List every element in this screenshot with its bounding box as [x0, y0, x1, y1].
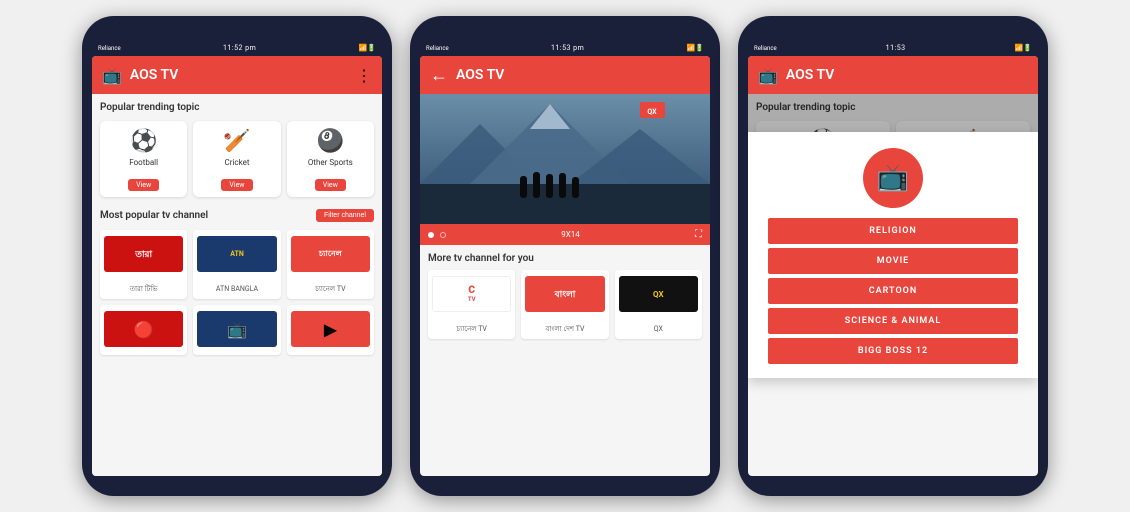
football-icon: ⚽ — [106, 129, 181, 154]
more-options-icon[interactable]: ⋮ — [356, 66, 372, 85]
more-bd-name: বাংলা দেশ TV — [545, 325, 584, 333]
channel-grid-1: তারা তারা টিভি ATN ATN BANGLA চ্যানেল চ্… — [100, 230, 374, 355]
cricket-label: Cricket — [199, 158, 274, 167]
status-time-1: 11:52 pm — [223, 44, 256, 52]
more-channel-qx[interactable]: QX QX — [615, 270, 702, 339]
video-scene-svg: QX — [420, 94, 710, 224]
more-ctv-logo: C TV — [432, 276, 511, 312]
channel-card-atn[interactable]: ATN ATN BANGLA — [193, 230, 280, 299]
screen3-wrapper: Popular trending topic ⚽ Football 🏏 Cric… — [748, 94, 1038, 476]
more-qx-name: QX — [654, 325, 663, 333]
filter-channel-btn[interactable]: Filter channel — [316, 209, 374, 222]
status-icons-2: 📶🔋 — [687, 44, 704, 52]
dropdown-item-cartoon[interactable]: CARTOON — [768, 278, 1018, 304]
football-view-btn[interactable]: View — [128, 179, 159, 191]
app-bar-2: ← AOS TV — [420, 56, 710, 94]
dropdown-item-religion[interactable]: RELIGION — [768, 218, 1018, 244]
more-bd-logo: বাংলা — [525, 276, 604, 312]
dropdown-app-icon: 📺 — [863, 148, 923, 208]
cricket-view-btn[interactable]: View — [221, 179, 252, 191]
topic-football[interactable]: ⚽ Football View — [100, 121, 187, 197]
screen-1: 📺 AOS TV ⋮ Popular trending topic ⚽ Foot… — [92, 56, 382, 476]
channel4-logo: 🔴 — [104, 311, 183, 347]
screen-3: 📺 AOS TV Popular trending topic ⚽ Footba… — [748, 56, 1038, 476]
more-channels-grid: C TV চ্যানেল TV বাংলা বাংলা দেশ TV QX QX — [420, 270, 710, 347]
football-label: Football — [106, 158, 181, 167]
video-dot-inactive — [440, 232, 446, 238]
channel-tv-logo: চ্যানেল — [291, 236, 370, 272]
screen-2: ← AOS TV — [420, 56, 710, 476]
other-sports-view-btn[interactable]: View — [315, 179, 346, 191]
status-carrier-3: Reliance — [754, 45, 777, 52]
status-carrier: Reliance — [98, 45, 121, 52]
phone-3: Reliance 11:53 📶🔋 📺 AOS TV Popular trend… — [738, 16, 1048, 496]
channel5-logo: 📺 — [197, 311, 276, 347]
dropdown-tv-icon: 📺 — [877, 163, 909, 193]
channel-card-4[interactable]: 🔴 — [100, 305, 187, 355]
channel-tv-name: চ্যানেল TV — [315, 285, 345, 293]
video-background: QX — [420, 94, 710, 224]
app-bar-3: 📺 AOS TV — [748, 56, 1038, 94]
section1-title: Popular trending topic — [100, 102, 374, 113]
channels-section-row: Most popular tv channel Filter channel — [100, 209, 374, 222]
channel-card-6[interactable]: ▶ — [287, 305, 374, 355]
channel-card-5[interactable]: 📺 — [193, 305, 280, 355]
channel6-logo: ▶ — [291, 311, 370, 347]
section2-title: Most popular tv channel — [100, 210, 208, 221]
atn-bangla-logo: ATN — [197, 236, 276, 272]
topic-cards: ⚽ Football View 🏏 Cricket View 🎱 Other S… — [100, 121, 374, 197]
status-bar-2: Reliance 11:53 pm 📶🔋 — [420, 44, 710, 56]
svg-text:QX: QX — [647, 108, 657, 116]
status-bar-1: Reliance 11:52 pm 📶🔋 — [92, 44, 382, 56]
dropdown-item-science[interactable]: SCIENCE & ANIMAL — [768, 308, 1018, 334]
dropdown-menu: 📺 RELIGION MOVIE CARTOON SCIENCE & ANIMA… — [748, 132, 1038, 378]
channel-card-ctv[interactable]: চ্যানেল চ্যানেল TV — [287, 230, 374, 299]
topic-other-sports[interactable]: 🎱 Other Sports View — [287, 121, 374, 197]
status-bar-3: Reliance 11:53 📶🔋 — [748, 44, 1038, 56]
status-time-3: 11:53 — [886, 44, 906, 52]
phone-1: Reliance 11:52 pm 📶🔋 📺 AOS TV ⋮ Popular … — [82, 16, 392, 496]
phone-2: Reliance 11:53 pm 📶🔋 ← AOS TV — [410, 16, 720, 496]
app-title-1: AOS TV — [130, 67, 348, 83]
other-sports-label: Other Sports — [293, 158, 368, 167]
topic-cricket[interactable]: 🏏 Cricket View — [193, 121, 280, 197]
atn-bangla-name: ATN BANGLA — [216, 285, 258, 293]
fullscreen-icon[interactable]: ⛶ — [695, 229, 702, 240]
tv-logo-icon: 📺 — [102, 66, 122, 85]
status-time-2: 11:53 pm — [551, 44, 584, 52]
tara-tv-logo: তারা — [104, 236, 183, 272]
more-channel-bd[interactable]: বাংলা বাংলা দেশ TV — [521, 270, 608, 339]
channel-card-tara[interactable]: তারা তারা টিভি — [100, 230, 187, 299]
video-controls: 9X14 ⛶ — [420, 224, 710, 245]
cricket-icon: 🏏 — [199, 129, 274, 154]
dropdown-item-biggboss[interactable]: BIGG BOSS 12 — [768, 338, 1018, 364]
app-title-3: AOS TV — [786, 67, 1028, 83]
video-dot-active — [428, 232, 434, 238]
back-button[interactable]: ← — [430, 65, 448, 86]
video-player[interactable]: QX — [420, 94, 710, 224]
more-channels-title: More tv channel for you — [420, 245, 710, 270]
tara-tv-name: তারা টিভি — [130, 285, 158, 293]
app-title-2: AOS TV — [456, 67, 700, 83]
status-icons: 📶🔋 — [359, 44, 376, 52]
app-bar-1: 📺 AOS TV ⋮ — [92, 56, 382, 94]
status-carrier-2: Reliance — [426, 45, 449, 52]
sports-icon: 🎱 — [293, 129, 368, 154]
screen2-content: QX 9X14 ⛶ More tv channel for you C TV — [420, 94, 710, 476]
status-icons-3: 📶🔋 — [1015, 44, 1032, 52]
tv-logo-icon-3: 📺 — [758, 66, 778, 85]
screen1-content: Popular trending topic ⚽ Football View 🏏… — [92, 94, 382, 476]
dropdown-item-movie[interactable]: MOVIE — [768, 248, 1018, 274]
more-channel-ctv[interactable]: C TV চ্যানেল TV — [428, 270, 515, 339]
video-time: 9X14 — [452, 230, 689, 239]
more-ctv-name: চ্যানেল TV — [456, 325, 486, 333]
more-qx-logo: QX — [619, 276, 698, 312]
bg-section-title: Popular trending topic — [756, 102, 1030, 113]
